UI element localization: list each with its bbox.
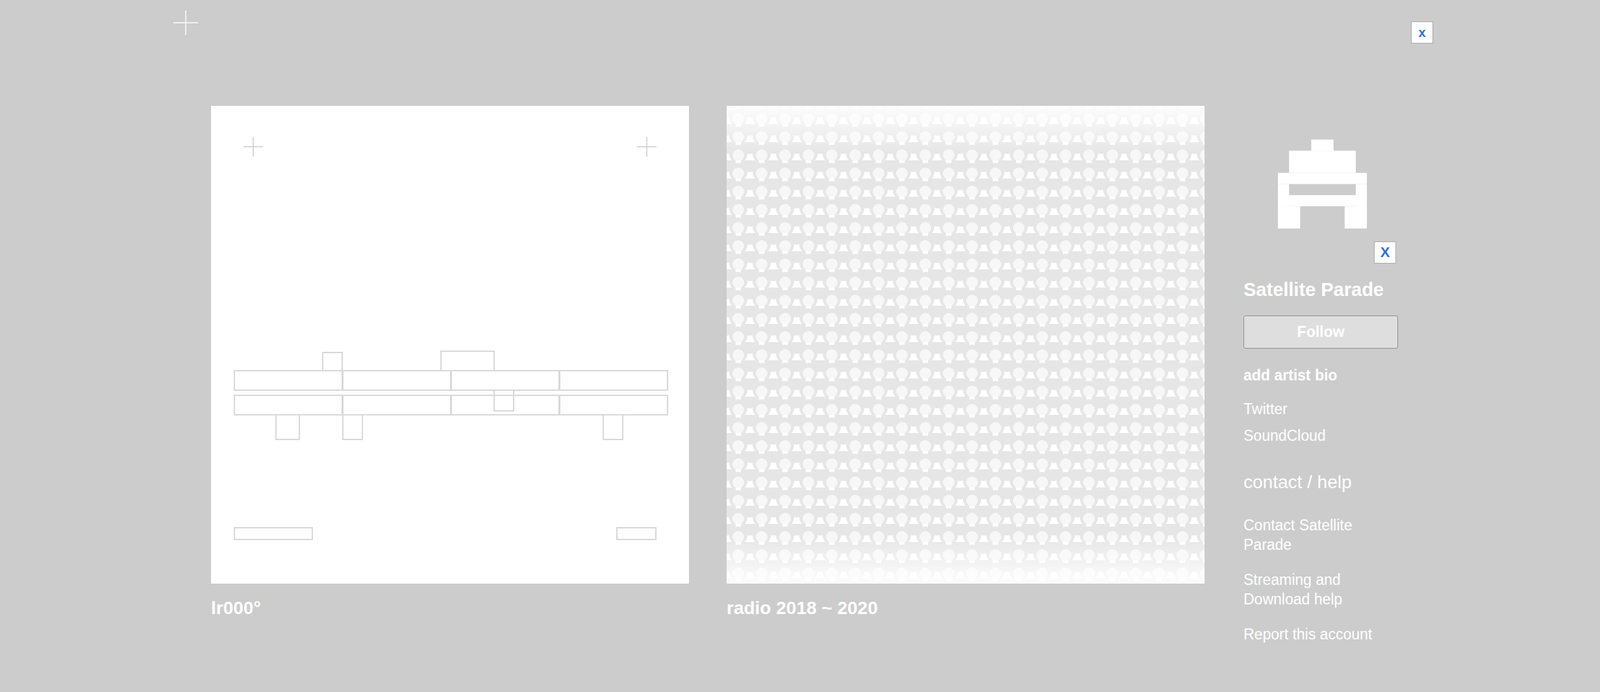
album-title[interactable]: lr000° [211, 597, 689, 620]
contact-heading: contact / help [1243, 471, 1406, 494]
artist-sidebar: X Satellite Parade Follow add artist bio Twi… [1243, 105, 1406, 645]
album-card[interactable]: lr000° [211, 105, 689, 645]
close-badge-label[interactable]: x [1418, 25, 1426, 39]
avatar-badge-label: X [1380, 245, 1391, 260]
corner-plus-icon [173, 10, 199, 36]
page-content: lr000° radio 2018 ~ 2020 X Satellite Parade… [0, 0, 1600, 645]
album-card[interactable]: radio 2018 ~ 2020 [726, 105, 1205, 645]
album-title[interactable]: radio 2018 ~ 2020 [726, 597, 1205, 620]
avatar-badge: X [1374, 241, 1397, 264]
social-link[interactable]: Twitter [1243, 400, 1406, 419]
close-badge[interactable]: x [1411, 21, 1434, 44]
contact-links: Contact Satellite Parade Streaming and Do… [1243, 515, 1397, 645]
contact-link[interactable]: Contact Satellite Parade [1243, 515, 1397, 555]
bio-link[interactable]: add artist bio [1243, 366, 1406, 385]
album-grid: lr000° radio 2018 ~ 2020 [211, 105, 1205, 645]
artist-avatar[interactable]: X [1243, 105, 1406, 280]
social-link[interactable]: SoundCloud [1243, 426, 1406, 445]
album-art[interactable] [726, 105, 1205, 584]
follow-button[interactable]: Follow [1243, 315, 1399, 349]
invader-logo-icon [1277, 139, 1367, 229]
contact-link[interactable]: Report this account [1243, 624, 1397, 645]
artist-name: Satellite Parade [1243, 279, 1406, 300]
contact-link[interactable]: Streaming and Download help [1243, 570, 1397, 610]
social-links: Twitter SoundCloud [1243, 400, 1406, 445]
album-art[interactable] [211, 105, 689, 584]
